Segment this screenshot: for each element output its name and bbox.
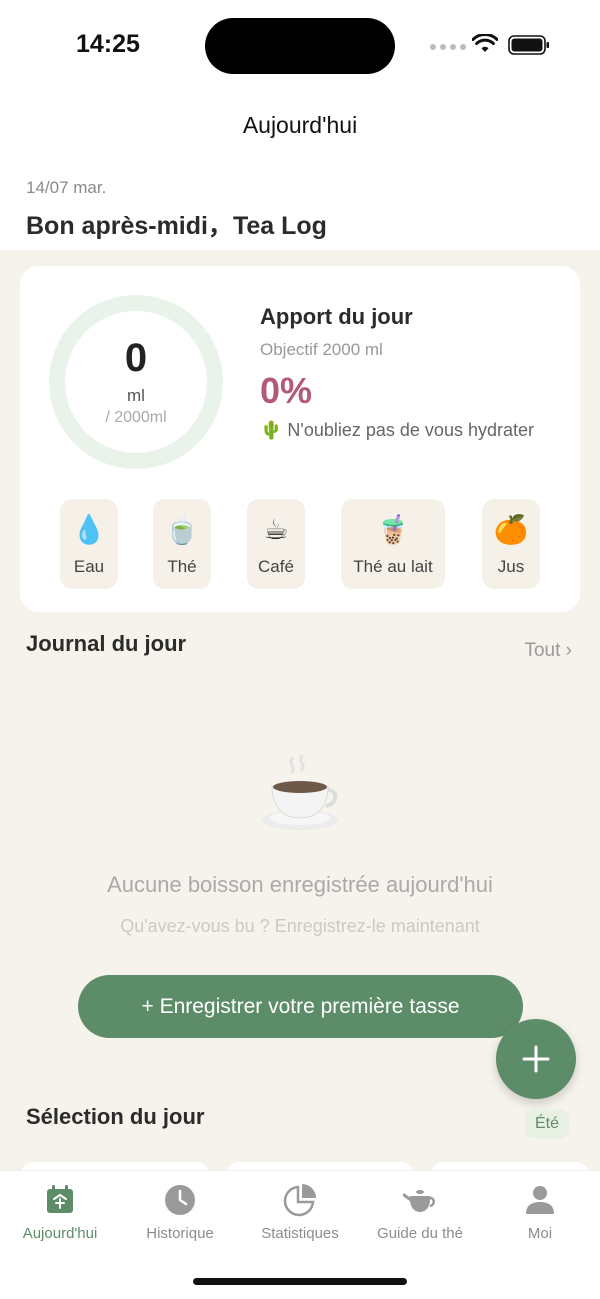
wifi-icon (472, 34, 498, 52)
tab-label: Guide du thé (377, 1225, 463, 1242)
drink-label: Jus (497, 557, 525, 576)
tab-tea-guide[interactable]: Guide du thé (360, 1183, 480, 1242)
drink-button-tea[interactable]: 🍵 Thé (153, 499, 211, 589)
tab-statistics[interactable]: Statistiques (240, 1183, 360, 1242)
tab-label: Moi (527, 1225, 553, 1242)
user-icon (526, 1186, 554, 1214)
battery-icon (508, 35, 549, 55)
drink-label: Café (258, 557, 294, 576)
tab-label: Statistiques (261, 1225, 339, 1242)
intake-current-value: 0 (124, 336, 148, 380)
drink-label: Thé (167, 557, 197, 576)
drink-button-coffee[interactable]: ☕ Café (247, 499, 305, 589)
home-indicator (193, 1278, 407, 1285)
intake-unit: ml (127, 386, 145, 405)
daily-selection-title: Sélection du jour (26, 1104, 205, 1129)
drink-label: Eau (73, 557, 105, 576)
orange-icon: 🍊 (493, 514, 529, 545)
drink-button-juice[interactable]: 🍊 Jus (482, 499, 540, 589)
drink-label: Thé au lait (353, 557, 433, 576)
water-drop-icon: 💧 (71, 514, 107, 545)
plus-icon (522, 1045, 550, 1073)
tab-history[interactable]: Historique (120, 1183, 240, 1242)
tab-profile[interactable]: Moi (480, 1183, 600, 1242)
intake-progress-ring (49, 295, 223, 469)
calendar-icon (47, 1185, 73, 1213)
intake-goal-text: Objectif 2000 ml (260, 340, 383, 359)
drink-button-milk-tea[interactable]: 🧋 Thé au lait (341, 499, 445, 589)
record-first-cup-button[interactable]: + Enregistrer votre première tasse (78, 975, 523, 1038)
page-title: Aujourd'hui (242, 112, 358, 138)
tab-label: Aujourd'hui (22, 1225, 98, 1242)
hydration-hint: 🌵 N'oubliez pas de vous hydrater (260, 420, 534, 440)
empty-state-subtitle: Qu'avez-vous bu ? Enregistrez-le mainten… (120, 916, 480, 936)
header: Aujourd'hui 14/07 mar. Bon après-midi，Te… (0, 90, 600, 250)
daily-intake-card: 0 ml / 2000ml Apport du jour Objectif 20… (20, 266, 580, 612)
status-bar: 14:25 (0, 0, 600, 90)
intake-title: Apport du jour (260, 304, 413, 329)
empty-state-title: Aucune boisson enregistrée aujourd'hui (107, 872, 493, 897)
journal-title: Journal du jour (26, 631, 187, 656)
teapot-icon (403, 1190, 435, 1212)
coffee-cup-icon (262, 754, 338, 830)
intake-percent: 0% (260, 370, 313, 411)
tea-cup-icon: 🍵 (164, 514, 200, 545)
drink-button-water[interactable]: 💧 Eau (60, 499, 118, 589)
greeting-text: Bon après-midi，Tea Log (26, 212, 327, 240)
add-drink-fab[interactable] (496, 1019, 576, 1099)
intake-goal-label: / 2000ml (105, 409, 167, 426)
date-text: 14/07 mar. (26, 178, 107, 197)
clock-icon (165, 1185, 195, 1215)
pie-chart-icon (283, 1184, 316, 1217)
tab-today[interactable]: Aujourd'hui (0, 1183, 120, 1242)
dynamic-island (205, 18, 395, 74)
cellular-signal-icon (430, 44, 466, 50)
coffee-cup-icon: ☕ (263, 514, 289, 545)
see-all-link[interactable]: Tout › (524, 640, 572, 662)
tab-label: Historique (146, 1225, 214, 1242)
status-time: 14:25 (76, 30, 140, 58)
season-badge: Été (525, 1110, 569, 1138)
bubble-tea-icon: 🧋 (375, 514, 411, 545)
